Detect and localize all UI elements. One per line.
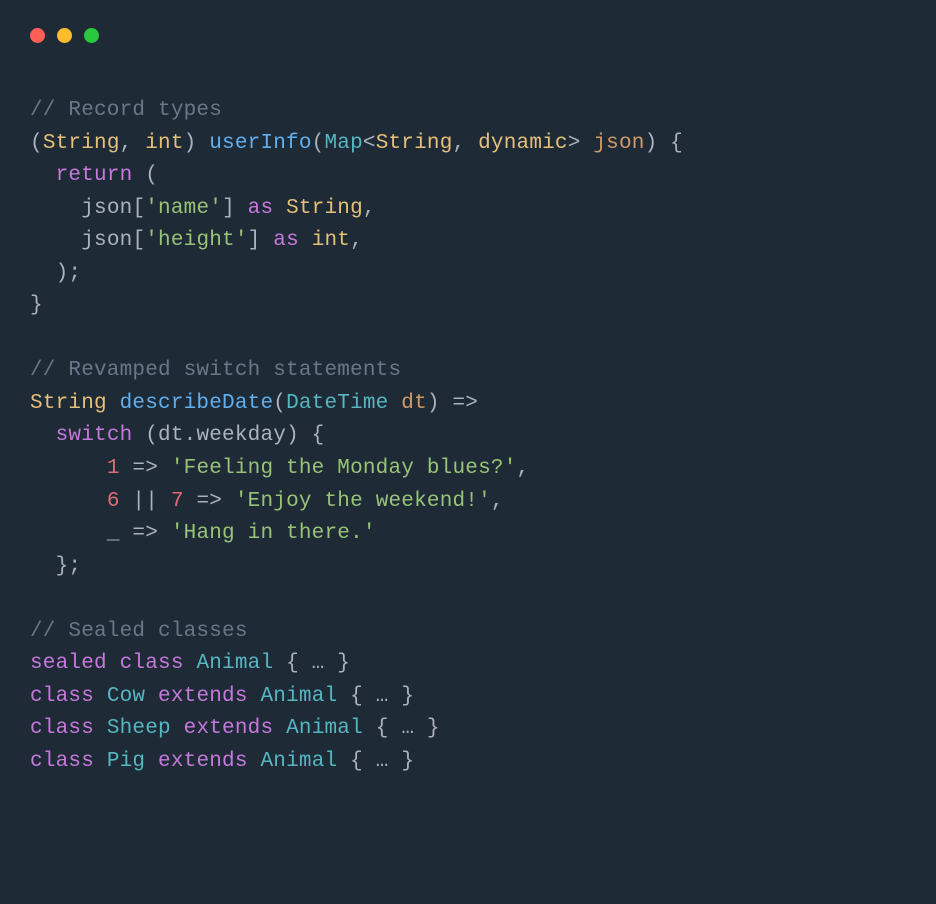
keyword: class [30, 750, 94, 773]
string: 'Enjoy the weekend!' [235, 490, 491, 513]
string: 'Feeling the Monday blues?' [171, 457, 517, 480]
string: 'name' [145, 197, 222, 220]
class-name: Animal [260, 685, 337, 708]
keyword: as [273, 229, 299, 252]
identifier: json [81, 229, 132, 252]
maximize-icon[interactable] [84, 28, 99, 43]
comment: // Revamped switch statements [30, 359, 401, 382]
class-name: Animal [196, 652, 273, 675]
class-body: { … } [286, 652, 350, 675]
identifier: json [81, 197, 132, 220]
code-block: // Record types (String, int) userInfo(M… [30, 95, 906, 778]
type: DateTime [286, 392, 388, 415]
keyword: return [56, 164, 133, 187]
class-name: Sheep [107, 717, 171, 740]
type: String [376, 132, 453, 155]
type: String [30, 392, 107, 415]
function-name: describeDate [120, 392, 274, 415]
keyword: extends [184, 717, 274, 740]
number: 1 [107, 457, 120, 480]
property: weekday [196, 424, 286, 447]
param: json [593, 132, 644, 155]
code-window: // Record types (String, int) userInfo(M… [0, 0, 936, 806]
type: int [145, 132, 183, 155]
type: dynamic [478, 132, 568, 155]
string: 'height' [145, 229, 247, 252]
class-body: { … } [350, 750, 414, 773]
string: 'Hang in there.' [171, 522, 376, 545]
keyword: class [30, 685, 94, 708]
wildcard: _ [107, 522, 120, 545]
type: String [286, 197, 363, 220]
function-name: userInfo [209, 132, 311, 155]
keyword: as [248, 197, 274, 220]
class-name: Pig [107, 750, 145, 773]
minimize-icon[interactable] [57, 28, 72, 43]
class-name: Animal [286, 717, 363, 740]
type: int [312, 229, 350, 252]
keyword: class [30, 717, 94, 740]
comment: // Record types [30, 99, 222, 122]
type: Map [324, 132, 362, 155]
param: dt [401, 392, 427, 415]
keyword: sealed [30, 652, 107, 675]
close-icon[interactable] [30, 28, 45, 43]
titlebar [30, 28, 906, 43]
number: 6 [107, 490, 120, 513]
keyword: extends [158, 685, 248, 708]
class-body: { … } [376, 717, 440, 740]
identifier: dt [158, 424, 184, 447]
class-body: { … } [350, 685, 414, 708]
keyword: switch [56, 424, 133, 447]
class-name: Cow [107, 685, 145, 708]
comment: // Sealed classes [30, 620, 248, 643]
class-name: Animal [260, 750, 337, 773]
keyword: class [120, 652, 184, 675]
number: 7 [171, 490, 184, 513]
type: String [43, 132, 120, 155]
keyword: extends [158, 750, 248, 773]
